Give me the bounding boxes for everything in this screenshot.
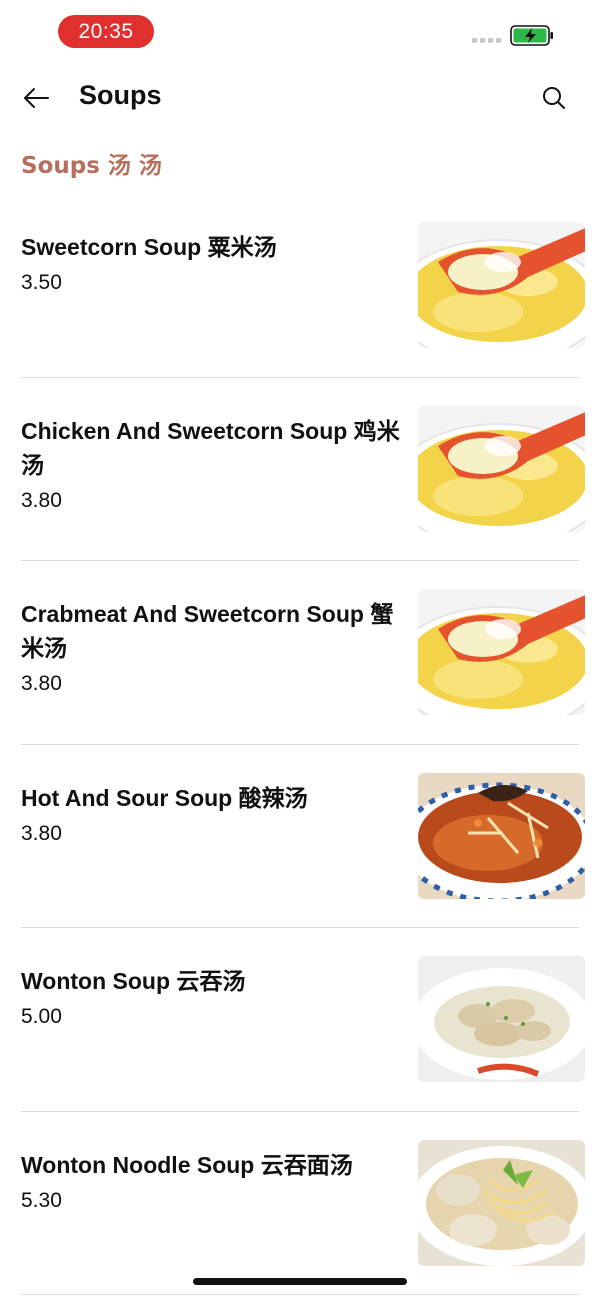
search-icon xyxy=(543,87,565,109)
menu-item[interactable]: Wonton Soup 云吞汤 5.00 xyxy=(0,934,600,1118)
divider xyxy=(21,743,579,745)
item-price: 5.00 xyxy=(21,1005,62,1028)
back-button[interactable] xyxy=(14,78,58,118)
status-bar: 20:35 xyxy=(0,0,600,64)
search-button[interactable] xyxy=(532,78,576,118)
chicken-sweetcorn-soup-image xyxy=(418,405,585,532)
cellular-signal-icon xyxy=(472,38,501,43)
menu-item[interactable]: Chicken And Sweetcorn Soup 鸡米汤 3.80 xyxy=(0,384,600,568)
item-name: Chicken And Sweetcorn Soup 鸡米汤 xyxy=(21,417,400,478)
item-price: 3.80 xyxy=(21,821,62,845)
home-indicator[interactable] xyxy=(193,1278,407,1285)
menu-item[interactable]: Crabmeat And Sweetcorn Soup 蟹米汤 3.80 xyxy=(0,567,600,751)
item-name: Crabmeat And Sweetcorn Soup 蟹米汤 xyxy=(21,601,394,661)
menu-item[interactable]: Wonton Noodle Soup 云吞面汤 5.30 xyxy=(0,1118,600,1298)
status-time: 20:35 xyxy=(58,15,154,48)
navigation-bar: Soups xyxy=(0,64,600,134)
menu-item[interactable]: Hot And Sour Soup 酸辣汤 3.80 xyxy=(0,751,600,935)
item-name: Hot And Sour Soup 酸辣汤 xyxy=(21,784,308,811)
hot-sour-soup-image xyxy=(418,772,585,899)
divider xyxy=(21,1294,579,1295)
sweetcorn-soup-image xyxy=(418,222,585,348)
item-price: 3.80 xyxy=(21,488,62,512)
section-header: Soups 汤 汤 xyxy=(21,153,162,179)
wonton-soup-image xyxy=(418,956,585,1082)
wonton-noodle-soup-image xyxy=(418,1139,585,1266)
menu-list: Sweetcorn Soup 粟米汤 3.50 Chicken And Swee… xyxy=(0,200,600,1298)
arrow-left-icon xyxy=(24,88,49,108)
divider xyxy=(21,927,579,928)
menu-item[interactable]: Sweetcorn Soup 粟米汤 3.50 xyxy=(0,200,600,384)
item-name: Sweetcorn Soup 粟米汤 xyxy=(21,234,277,260)
divider xyxy=(21,1110,579,1112)
crabmeat-sweetcorn-soup-image xyxy=(418,589,585,715)
divider xyxy=(21,376,579,378)
item-price: 3.80 xyxy=(21,672,62,695)
item-price: 5.30 xyxy=(21,1188,62,1212)
item-name: Wonton Noodle Soup 云吞面汤 xyxy=(21,1151,353,1178)
item-price: 3.50 xyxy=(21,271,62,294)
battery-charging-icon xyxy=(510,25,553,46)
page-title: Soups xyxy=(79,80,162,110)
item-name: Wonton Soup 云吞汤 xyxy=(21,968,246,994)
divider xyxy=(21,560,579,561)
